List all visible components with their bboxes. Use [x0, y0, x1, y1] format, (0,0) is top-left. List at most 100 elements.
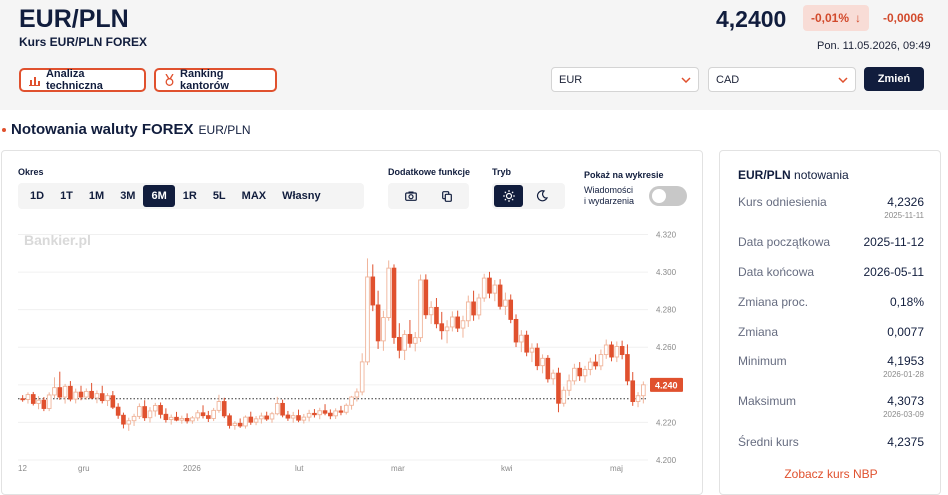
candlestick-chart[interactable]: 4.320 4.300 4.280 4.260 4.240 4.220 4.200 Banki… — [2, 225, 702, 490]
summary-title-rest: notowania — [794, 168, 849, 182]
candle-body — [52, 387, 57, 396]
period-button-1m[interactable]: 1M — [81, 185, 112, 207]
candle-body — [322, 410, 328, 414]
summary-row-value: 4,2326 — [887, 195, 924, 209]
period-button-1d[interactable]: 1D — [22, 185, 52, 207]
candle-body — [68, 385, 73, 400]
candle-body — [465, 301, 471, 322]
candle-body — [174, 416, 179, 421]
x-tick-label: 2026 — [183, 464, 201, 473]
candle-body — [73, 391, 79, 400]
candle-body — [412, 337, 418, 344]
candle-body — [137, 406, 142, 417]
candle-body — [635, 395, 641, 402]
period-button-5l[interactable]: 5L — [205, 185, 234, 207]
x-tick-label: mar — [391, 464, 405, 473]
candle-body — [434, 306, 439, 325]
candle-body — [142, 406, 147, 419]
change-absolute: -0,0006 — [883, 11, 924, 25]
candle-body — [190, 417, 195, 422]
candle-body — [338, 410, 344, 413]
summary-row-label: Minimum — [738, 354, 787, 368]
candle-body — [492, 284, 498, 294]
candle-body — [20, 398, 25, 401]
candle-body — [497, 284, 503, 307]
candle-body — [243, 416, 248, 427]
candle-body — [41, 399, 47, 409]
candle-body — [407, 334, 413, 344]
candle-body — [471, 301, 476, 316]
candle-body — [84, 390, 89, 398]
summary-title-pair: EUR/PLN — [738, 168, 791, 182]
candle-body — [163, 413, 169, 421]
technical-analysis-label: Analiza techniczna — [45, 68, 103, 92]
candle-body — [184, 417, 190, 422]
candle-body — [439, 323, 445, 332]
extra-functions-label: Dodatkowe funkcje — [388, 167, 471, 177]
candle-body — [94, 393, 100, 399]
period-button-6m[interactable]: 6M — [143, 185, 175, 207]
candle-body — [349, 396, 354, 406]
currency-from-value: EUR — [559, 73, 583, 86]
summary-row-value: 0,0077 — [887, 325, 924, 339]
mode-label: Tryb — [492, 167, 512, 177]
candle-body — [556, 372, 561, 404]
period-button-max[interactable]: MAX — [234, 185, 274, 207]
candle-body — [147, 410, 153, 419]
medal-icon — [165, 74, 174, 86]
summary-row: Zmiana 0,0077 — [738, 325, 924, 355]
camera-icon[interactable] — [404, 191, 417, 201]
period-button-3m[interactable]: 3M — [112, 185, 143, 207]
candle-body — [481, 277, 487, 299]
candle-body — [285, 414, 291, 419]
currency-to-select[interactable]: CAD — [708, 67, 856, 92]
y-tick-label: 4.280 — [656, 306, 677, 315]
candle-body — [524, 334, 529, 353]
change-percent: -0,01% — [810, 11, 850, 25]
candle-body — [598, 354, 604, 367]
candle-body — [46, 394, 52, 409]
change-percent-badge: -0,01% ↓ — [803, 5, 869, 31]
candle-body — [508, 299, 514, 320]
candle-body — [503, 299, 508, 307]
sun-icon — [502, 190, 515, 202]
period-button-własny[interactable]: Własny — [274, 185, 329, 207]
summary-row-value: 4,1953 — [887, 354, 924, 368]
period-button-1t[interactable]: 1T — [52, 185, 81, 207]
copy-icon[interactable] — [442, 190, 453, 202]
y-tick-label: 4.200 — [656, 456, 677, 465]
candle-body — [513, 318, 519, 343]
news-toggle[interactable] — [649, 186, 687, 206]
candle-body — [259, 415, 264, 420]
bar-chart-icon — [29, 76, 40, 86]
candle-body — [296, 415, 301, 421]
candle-body — [381, 317, 386, 342]
summary-row-value: 0,18% — [889, 295, 924, 309]
candle-body — [57, 387, 63, 398]
currency-from-select[interactable]: EUR — [551, 67, 699, 92]
change-currency-button[interactable]: Zmień — [864, 67, 924, 91]
candle-body — [619, 346, 625, 356]
candle-body — [78, 391, 84, 398]
candle-body — [460, 320, 466, 329]
summary-row: Data początkowa 2025-11-12 — [738, 235, 924, 265]
candle-body — [237, 422, 243, 427]
candle-body — [529, 347, 535, 353]
candle-body — [168, 416, 174, 421]
candle-body — [274, 402, 280, 415]
candle-body — [152, 405, 158, 412]
candle-body — [99, 393, 105, 402]
nbp-rate-link[interactable]: Zobacz kurs NBP — [720, 467, 942, 481]
technical-analysis-button[interactable]: Analiza techniczna — [19, 68, 146, 92]
summary-row-label: Zmiana proc. — [738, 295, 809, 309]
arrow-down-icon: ↓ — [855, 11, 862, 25]
candle-body — [386, 267, 392, 319]
light-mode-button[interactable] — [494, 185, 523, 207]
pair-subtitle: Kurs EUR/PLN FOREX — [19, 35, 148, 49]
summary-row-label: Data końcowa — [738, 265, 815, 279]
dark-mode-button[interactable] — [523, 185, 561, 207]
candle-body — [391, 267, 397, 338]
period-button-1r[interactable]: 1R — [175, 185, 205, 207]
ranking-button[interactable]: Ranking kantorów — [154, 68, 277, 92]
last-price-label: 4.240 — [655, 380, 678, 390]
